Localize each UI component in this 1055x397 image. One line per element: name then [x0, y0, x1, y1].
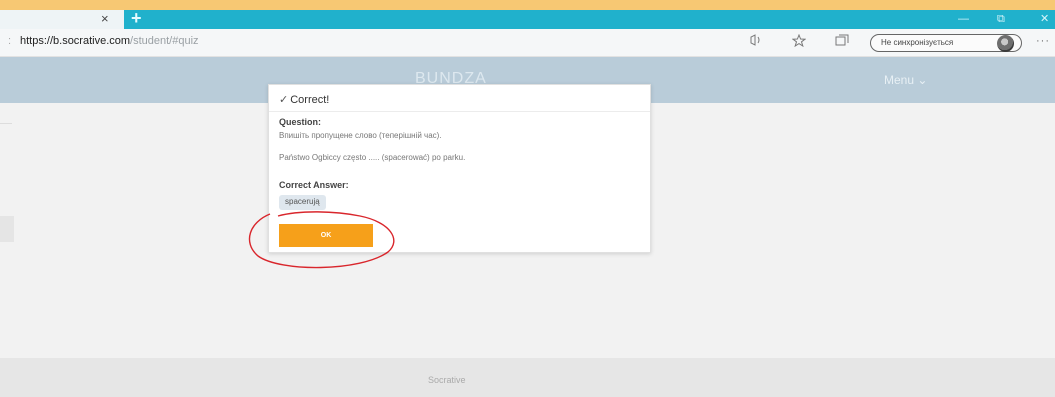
address-bar: : https://b.socrative.com/student/#quiz …	[0, 29, 1055, 57]
url-host: https://b.socrative.com	[20, 35, 131, 47]
url-path: /student/#quiz	[130, 35, 199, 47]
read-aloud-icon[interactable]	[749, 34, 763, 49]
close-tab-icon[interactable]: ×	[101, 11, 109, 27]
minimize-icon[interactable]: —	[958, 11, 969, 27]
url-prefix-mark: :	[8, 35, 12, 47]
url-field[interactable]: https://b.socrative.com/student/#quiz	[20, 35, 199, 47]
correct-answer-label: Correct Answer:	[279, 180, 349, 190]
side-panel-edge	[0, 216, 14, 242]
profile-label: Не синхронізується	[881, 38, 954, 47]
browser-tab[interactable]: ×	[0, 10, 124, 29]
profile-button[interactable]: Не синхронізується	[870, 34, 1022, 52]
ok-button[interactable]: OK	[279, 224, 373, 247]
avatar	[997, 35, 1014, 52]
question-sentence: Państwo Ogbiccy często ..... (spacerować…	[279, 153, 466, 162]
collections-icon[interactable]	[835, 34, 849, 49]
tab-bar: × + — ⧉ ✕	[0, 9, 1055, 29]
feedback-dialog: ✓ Correct! Question: Впишіть пропущене сл…	[268, 84, 651, 253]
screen: × + — ⧉ ✕ : https://b.socrative.com/stud…	[0, 0, 1055, 397]
dialog-divider	[269, 111, 650, 112]
footer-brand: Socrative	[428, 375, 466, 385]
restore-icon[interactable]: ⧉	[997, 11, 1005, 27]
side-divider	[0, 123, 12, 124]
footer: Socrative	[0, 358, 1055, 397]
status-text: Correct!	[290, 94, 330, 106]
close-window-icon[interactable]: ✕	[1040, 11, 1049, 27]
more-icon[interactable]: ···	[1036, 35, 1050, 47]
check-icon: ✓	[279, 94, 289, 106]
new-tab-icon[interactable]: +	[131, 9, 142, 27]
question-label: Question:	[279, 117, 321, 127]
question-text: Впишіть пропущене слово (теперішній час)…	[279, 131, 442, 140]
top-strip	[0, 0, 1055, 10]
menu-button[interactable]: Menu ⌄	[884, 73, 927, 87]
correct-answer-chip: spacerują	[279, 195, 326, 210]
dialog-status: ✓ Correct!	[279, 93, 329, 106]
favorite-icon[interactable]	[791, 33, 807, 50]
